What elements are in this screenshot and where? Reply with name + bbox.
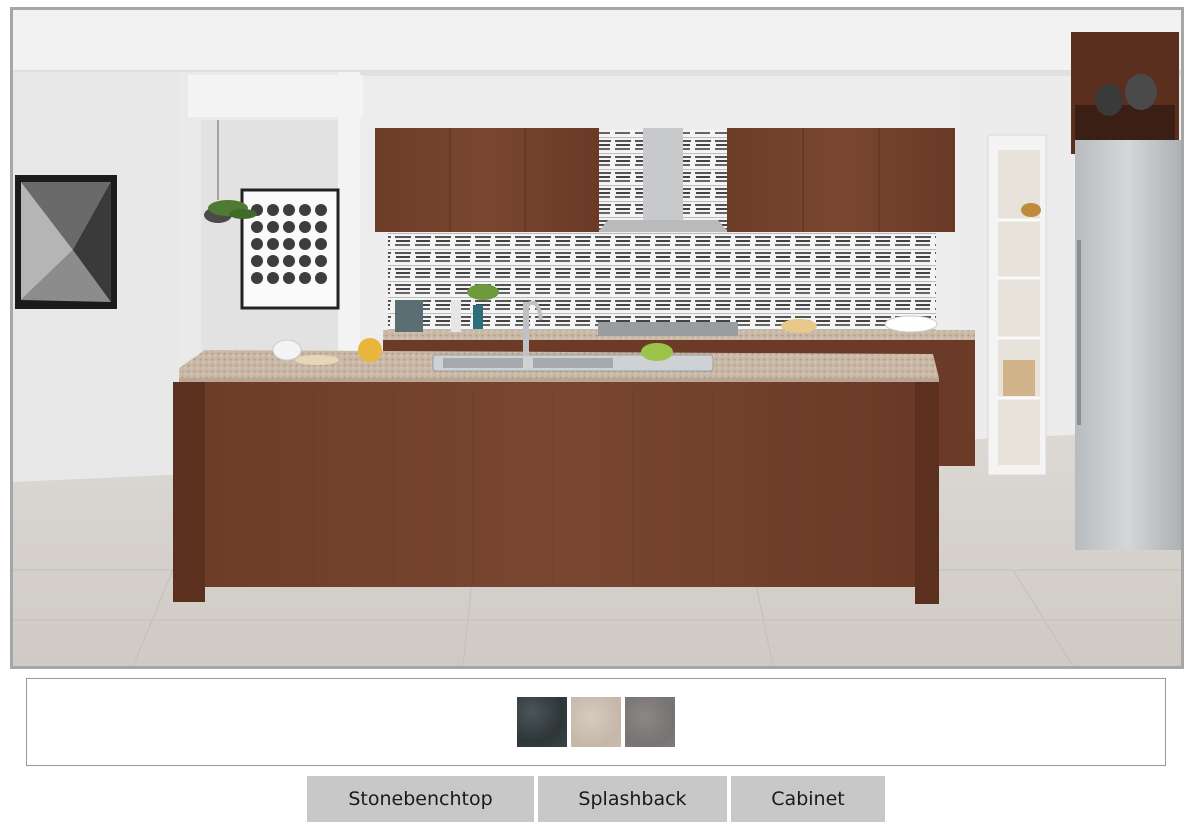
- wall-art-dots: [240, 188, 340, 310]
- pantry: [987, 134, 1047, 476]
- splashback-button[interactable]: Splashback: [538, 776, 727, 822]
- wall-art-left: [15, 175, 117, 309]
- swatch-beige-stone[interactable]: [571, 697, 621, 747]
- swatch-grey-stone[interactable]: [625, 697, 675, 747]
- kitchen-scene: [13, 10, 1181, 666]
- cabinet-button[interactable]: Cabinet: [731, 776, 885, 822]
- swatch-row: [517, 697, 675, 747]
- swatch-panel: [26, 678, 1166, 766]
- kitchen-visualizer: [10, 7, 1184, 669]
- splashback: [388, 233, 936, 333]
- category-buttons: Stonebenchtop Splashback Cabinet: [307, 776, 885, 822]
- island-cabinet: [173, 382, 939, 604]
- refrigerator: [1071, 32, 1181, 550]
- stonebenchtop-button[interactable]: Stonebenchtop: [307, 776, 534, 822]
- swatch-dark-stone[interactable]: [517, 697, 567, 747]
